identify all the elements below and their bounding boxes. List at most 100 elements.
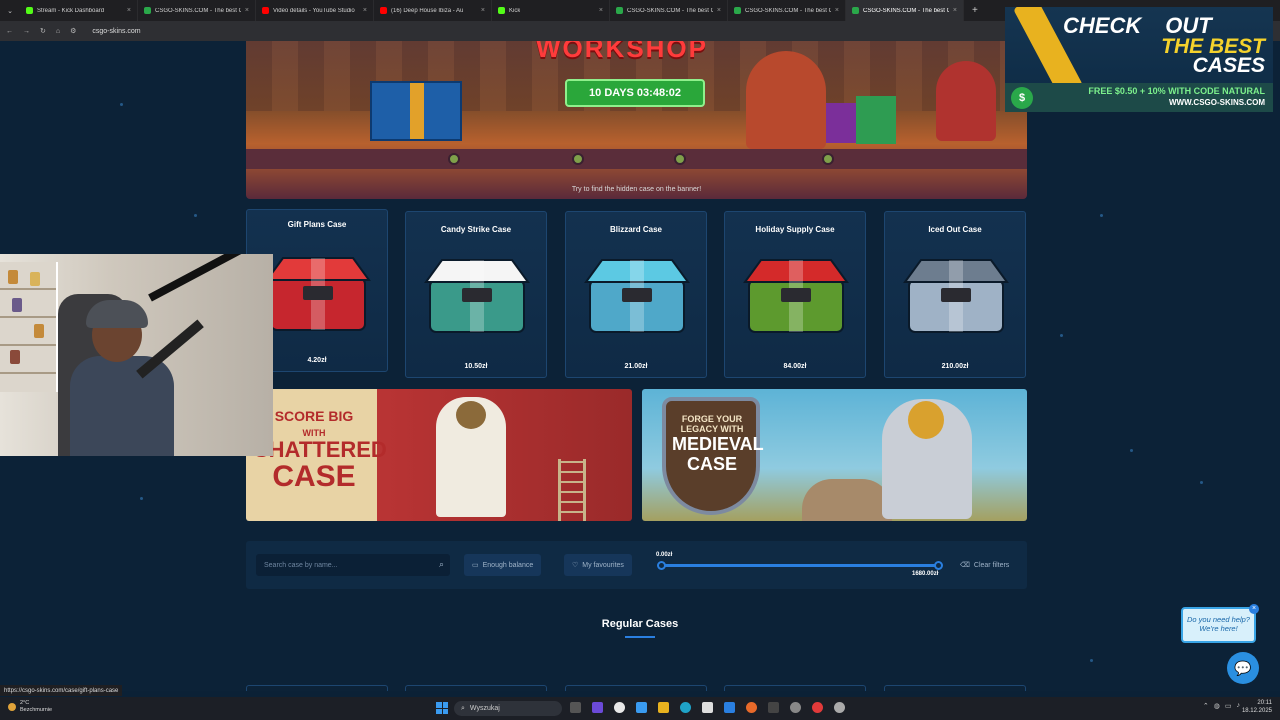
browser-tab[interactable]: CSGO-SKINS.COM - The best C ×	[728, 0, 846, 21]
tab-title: CSGO-SKINS.COM - The best C	[863, 7, 949, 14]
search-icon: ⌕	[461, 704, 465, 712]
banner-hint: Try to find the hidden case on the banne…	[571, 186, 702, 193]
site-info-icon[interactable]: ⚙	[70, 27, 76, 35]
help-bubble[interactable]: × Do you need help? We're here!	[1181, 604, 1259, 643]
banner-elf	[936, 61, 996, 141]
case-card[interactable]	[405, 685, 547, 691]
banner-title: WORKSHOP	[536, 41, 708, 63]
browser-tab[interactable]: (16) Deep House Ibiza - Au ×	[374, 0, 492, 21]
windows-taskbar: 2°C Bezchmurnie ⌕ Wyszukaj ⌃ ◍ ▭ ♪ 20:11 18.1…	[0, 697, 1280, 720]
price-min-label: 0.00zł	[656, 552, 673, 558]
eraser-icon: ⌫	[960, 562, 970, 569]
task-view-icon[interactable]	[570, 702, 581, 713]
copilot-icon[interactable]	[592, 702, 603, 713]
streamer	[70, 294, 180, 456]
taskbar-search[interactable]: ⌕ Wyszukaj	[454, 701, 562, 716]
case-card[interactable]	[884, 685, 1026, 691]
tab-list-icon[interactable]: ⌄	[0, 0, 20, 21]
chat-button[interactable]: 💬	[1227, 652, 1259, 684]
browser-tab[interactable]: CSGO-SKINS.COM - The best C ×	[138, 0, 256, 21]
slider-max-handle[interactable]	[934, 561, 943, 570]
promo-character	[882, 399, 972, 519]
chrome-icon[interactable]	[614, 702, 625, 713]
close-icon[interactable]: ×	[835, 7, 839, 14]
search-input[interactable]: Search case by name... ⌕	[256, 554, 450, 576]
case-card[interactable]	[724, 685, 866, 691]
price-range-slider[interactable]	[657, 561, 943, 570]
my-favourites-button[interactable]: ♡ My favourites	[564, 554, 632, 576]
filter-bar: Search case by name... ⌕ ▭ Enough balanc…	[246, 541, 1027, 589]
opera-icon[interactable]	[812, 702, 823, 713]
close-icon[interactable]: ×	[245, 7, 249, 14]
reload-icon[interactable]: ↻	[40, 27, 46, 35]
tab-title: CSGO-SKINS.COM - The best C	[745, 7, 831, 14]
home-icon[interactable]: ⌂	[56, 28, 60, 35]
tab-favicon-icon	[262, 7, 269, 14]
system-tray[interactable]: ⌃ ◍ ▭ ♪	[1203, 702, 1240, 710]
new-tab-icon[interactable]: +	[972, 5, 978, 16]
case-card[interactable]: Blizzard Case 21.00zł	[565, 211, 707, 378]
battery-icon: ▭	[1224, 703, 1232, 710]
close-icon[interactable]: ×	[363, 7, 367, 14]
ad-site: WWW.CSGO-SKINS.COM	[1169, 98, 1265, 107]
store-icon[interactable]	[702, 702, 713, 713]
folder-icon[interactable]	[658, 702, 669, 713]
case-image	[424, 259, 530, 333]
case-card[interactable]: Iced Out Case 210.00zł	[884, 211, 1026, 378]
terminal-icon[interactable]	[768, 702, 779, 713]
close-icon[interactable]: ×	[953, 7, 957, 14]
tab-favicon-icon	[26, 7, 33, 14]
close-icon[interactable]: ×	[127, 7, 131, 14]
obs-icon[interactable]	[790, 702, 801, 713]
back-icon[interactable]: ←	[6, 28, 13, 35]
tab-favicon-icon	[616, 7, 623, 14]
case-card[interactable]	[246, 685, 388, 691]
shattered-case-promo[interactable]: SCORE BIG WITH SHATTERED CASE	[246, 389, 632, 521]
weather-icon	[8, 702, 16, 711]
browser-tab[interactable]: Kick ×	[492, 0, 610, 21]
case-name: Iced Out Case	[928, 225, 982, 234]
case-price: 21.00zł	[624, 363, 648, 370]
tab-title: Kick	[509, 7, 521, 14]
medieval-case-promo[interactable]: FORGE YOUR LEGACY WITH MEDIEVAL CASE	[642, 389, 1027, 521]
mail-icon[interactable]	[724, 702, 735, 713]
case-price: 84.00zł	[783, 363, 807, 370]
start-button[interactable]	[436, 702, 448, 714]
workshop-banner[interactable]: WORKSHOP 10 DAYS 03:48:02 Try to find th…	[246, 41, 1027, 199]
url-field[interactable]: csgo-skins.com	[92, 28, 140, 35]
taskbar-clock[interactable]: 20:11 18.12.2025	[1242, 700, 1272, 716]
chevron-up-icon: ⌃	[1202, 703, 1209, 710]
close-icon[interactable]: ×	[717, 7, 721, 14]
browser-tab[interactable]: CSGO-SKINS.COM - The best C ×	[846, 0, 964, 21]
browser-tab[interactable]: Video details - YouTube Studio ×	[256, 0, 374, 21]
close-icon[interactable]: ×	[1249, 604, 1259, 614]
forward-icon[interactable]: →	[23, 28, 30, 35]
close-icon[interactable]: ×	[599, 7, 603, 14]
browser-tab[interactable]: Stream - Kick Dashboard ×	[20, 0, 138, 21]
close-icon[interactable]: ×	[481, 7, 485, 14]
case-image	[265, 257, 371, 331]
case-card[interactable]: Holiday Supply Case 84.00zł	[724, 211, 866, 378]
case-card[interactable]	[565, 685, 707, 691]
tab-title: (16) Deep House Ibiza - Au	[391, 7, 464, 14]
settings-icon[interactable]	[834, 702, 845, 713]
slider-min-handle[interactable]	[657, 561, 666, 570]
case-image	[743, 259, 849, 333]
case-image	[903, 259, 1009, 333]
weather-widget[interactable]: 2°C Bezchmurnie	[8, 700, 52, 713]
promo-character	[436, 397, 506, 517]
webcam-overlay	[0, 254, 273, 456]
enough-balance-button[interactable]: ▭ Enough balance	[464, 554, 542, 576]
tab-favicon-icon	[734, 7, 741, 14]
case-name: Candy Strike Case	[440, 225, 512, 234]
network-icon: ◍	[1213, 703, 1220, 710]
status-url: https://csgo-skins.com/case/gift-plans-c…	[0, 685, 123, 696]
app-icon[interactable]	[636, 702, 647, 713]
firefox-icon[interactable]	[746, 702, 757, 713]
edge-icon[interactable]	[680, 702, 691, 713]
clear-filters-button[interactable]: ⌫ Clear filters	[960, 554, 1009, 576]
case-card[interactable]: Candy Strike Case 10.50zł	[405, 211, 547, 378]
volume-icon: ♪	[1236, 702, 1241, 709]
price-max-label: 1680.00zł	[912, 571, 939, 577]
browser-tab[interactable]: CSGO-SKINS.COM - The best C ×	[610, 0, 728, 21]
